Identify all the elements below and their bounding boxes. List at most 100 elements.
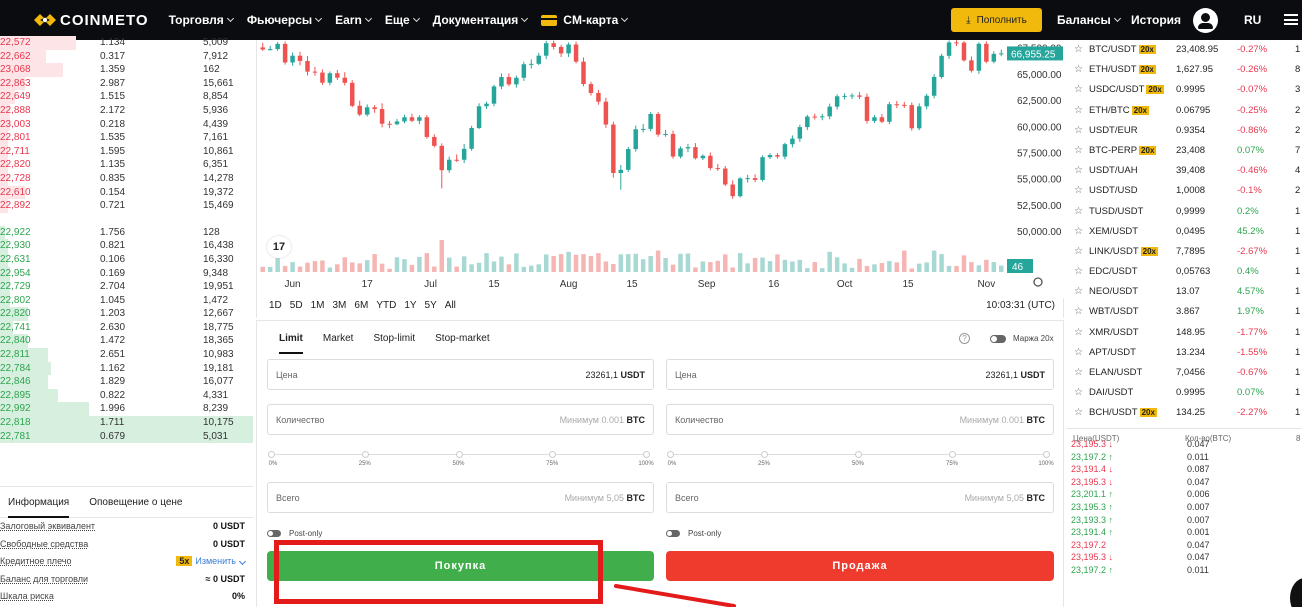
market-row[interactable]: ☆ USDC/USDT 20x 0.9995 -0.07% 3: [1066, 80, 1302, 100]
market-row[interactable]: ☆ ELAN/USDT 7,0456 -0.67% 1: [1066, 363, 1302, 383]
market-row[interactable]: ☆ XMR/USDT 148.95 -1.77% 1: [1066, 323, 1302, 343]
bid-row[interactable]: 22,895 0.822 4,331: [0, 388, 253, 403]
star-icon[interactable]: ☆: [1074, 60, 1083, 80]
slider-step[interactable]: [1043, 451, 1050, 458]
user-avatar-icon[interactable]: [1193, 8, 1218, 33]
range-1y[interactable]: 1Y: [404, 300, 416, 311]
market-row[interactable]: ☆ EDC/USDT 0,05763 0.4% 1: [1066, 262, 1302, 282]
history-link[interactable]: История: [1131, 0, 1181, 40]
slider-step[interactable]: [268, 451, 275, 458]
market-row[interactable]: ☆ DAI/USDT 0.9995 0.07% 1: [1066, 383, 1302, 403]
market-row[interactable]: ☆ USDT/USD 1,0008 -0.1% 2: [1066, 181, 1302, 201]
range-ytd[interactable]: YTD: [376, 300, 396, 311]
star-icon[interactable]: ☆: [1074, 121, 1083, 141]
slider-step[interactable]: [549, 451, 557, 458]
change-leverage-link[interactable]: Изменить: [195, 556, 236, 566]
bid-row[interactable]: 22,729 2.704 19,951: [0, 280, 253, 294]
sell-price-field[interactable]: Цена 23261,1 USDT: [666, 359, 1054, 390]
bid-row[interactable]: 22,631 0.106 16,330: [0, 252, 253, 267]
tab-price-alert[interactable]: Оповещение о цене: [89, 487, 182, 518]
star-icon[interactable]: ☆: [1074, 282, 1083, 302]
bid-row[interactable]: 22,840 1.472 18,365: [0, 334, 253, 349]
balances-menu[interactable]: Балансы: [1057, 0, 1121, 40]
buy-post-only-toggle[interactable]: [267, 530, 281, 537]
market-row[interactable]: ☆ BTC-PERP 20x 23,408 0.07% 7: [1066, 141, 1302, 161]
slider-step[interactable]: [361, 451, 369, 458]
range-all[interactable]: All: [445, 300, 456, 311]
slider-step[interactable]: [761, 451, 768, 458]
buy-price-field[interactable]: Цена 23261,1 USDT: [267, 359, 654, 390]
market-row[interactable]: ☆ BTC/USDT 20x 23,408.95 -0.27% 1: [1066, 40, 1302, 60]
nav-trade[interactable]: Торговля: [169, 13, 234, 27]
ask-row[interactable]: 22,711 1.595 10,861: [0, 144, 253, 159]
slider-step[interactable]: [643, 451, 650, 458]
star-icon[interactable]: ☆: [1074, 302, 1083, 322]
tab-information[interactable]: Информация: [8, 487, 70, 518]
ask-row[interactable]: 23,003 0.218 4,439: [0, 117, 253, 132]
ask-row[interactable]: 22,820 1.135 6,351: [0, 158, 253, 172]
bid-row[interactable]: 22,784 1.162 19,181: [0, 361, 253, 376]
star-icon[interactable]: ☆: [1074, 242, 1083, 262]
tab-stop-market[interactable]: Stop-market: [435, 333, 489, 354]
brand-logo[interactable]: COINMETO: [34, 12, 149, 29]
bid-row[interactable]: 22,954 0.169 9,348: [0, 266, 253, 281]
bid-row[interactable]: 22,846 1.829 16,077: [0, 375, 253, 389]
star-icon[interactable]: ☆: [1074, 202, 1083, 222]
sell-post-only-toggle[interactable]: [666, 530, 680, 537]
tab-market[interactable]: Market: [323, 333, 354, 354]
ask-row[interactable]: 22,662 0.317 7,912: [0, 49, 253, 64]
market-row[interactable]: ☆ ETH/BTC 20x 0.06795 -0.25% 2: [1066, 101, 1302, 121]
buy-quantity-field[interactable]: Количество Минимум 0.001 BTC: [267, 404, 654, 435]
price-chart[interactable]: 67,500.0065,000.0062,500.0060,000.0057,5…: [256, 40, 1065, 318]
ask-row[interactable]: 22,892 0.721 15,469: [0, 199, 253, 213]
candlestick-chart[interactable]: 67,500.0065,000.0062,500.0060,000.0057,5…: [257, 40, 1065, 298]
market-row[interactable]: ☆ APT/USDT 13.234 -1.55% 1: [1066, 343, 1302, 363]
market-row[interactable]: ☆ USDT/UAH 39,408 -0.46% 4: [1066, 161, 1302, 181]
bid-row[interactable]: 22,820 1.203 12,667: [0, 307, 253, 321]
sell-amount-slider[interactable]: 0% 25% 50% 75% 100%: [666, 451, 1054, 471]
hamburger-menu-icon[interactable]: [1284, 14, 1298, 25]
tab-limit[interactable]: Limit: [279, 333, 303, 354]
star-icon[interactable]: ☆: [1074, 80, 1083, 100]
ask-row[interactable]: 22,863 2.987 15,661: [0, 76, 253, 91]
bid-row[interactable]: 22,802 1.045 1,472: [0, 293, 253, 308]
slider-step[interactable]: [855, 451, 862, 458]
market-row[interactable]: ☆ NEO/USDT 13.07 4.57% 1: [1066, 282, 1302, 302]
bid-row[interactable]: 22,922 1.756 128: [0, 225, 253, 240]
range-1m[interactable]: 1M: [311, 300, 325, 311]
language-selector[interactable]: RU: [1244, 0, 1261, 40]
range-5y[interactable]: 5Y: [425, 300, 437, 311]
help-icon[interactable]: ?: [959, 333, 970, 344]
star-icon[interactable]: ☆: [1074, 141, 1083, 161]
star-icon[interactable]: ☆: [1074, 222, 1083, 242]
bid-row[interactable]: 22,781 0.679 5,031: [0, 429, 253, 444]
nav-earn[interactable]: Earn: [335, 13, 372, 27]
nav-cm-card[interactable]: CM-карта: [541, 13, 629, 27]
star-icon[interactable]: ☆: [1074, 323, 1083, 343]
market-row[interactable]: ☆ XEM/USDT 0,0495 45.2% 1: [1066, 222, 1302, 242]
ask-row[interactable]: 22,728 0.835 14,278: [0, 171, 253, 186]
market-row[interactable]: ☆ USDT/EUR 0.9354 -0.86% 2: [1066, 121, 1302, 141]
market-row[interactable]: ☆ BCH/USDT 20x 134.25 -2.27% 1: [1066, 403, 1302, 423]
ask-row[interactable]: 22,888 2.172 5,936: [0, 103, 253, 118]
tab-stop-limit[interactable]: Stop-limit: [373, 333, 415, 354]
sell-total-field[interactable]: Всего Минимум 5,05 BTC: [666, 482, 1054, 513]
bid-row[interactable]: 22,992 1.996 8,239: [0, 402, 253, 417]
bid-row[interactable]: 22,930 0.821 16,438: [0, 239, 253, 253]
range-5d[interactable]: 5D: [290, 300, 303, 311]
ask-row[interactable]: 22,610 0.154 19,372: [0, 185, 253, 200]
star-icon[interactable]: ☆: [1074, 262, 1083, 282]
star-icon[interactable]: ☆: [1074, 403, 1083, 423]
star-icon[interactable]: ☆: [1074, 363, 1083, 383]
star-icon[interactable]: ☆: [1074, 383, 1083, 403]
slider-step[interactable]: [949, 451, 956, 458]
market-row[interactable]: ☆ LINK/USDT 20x 7,7895 -2.67% 1: [1066, 242, 1302, 262]
bid-row[interactable]: 22,741 2.630 18,775: [0, 320, 253, 335]
bid-row[interactable]: 22,811 2.651 10,983: [0, 348, 253, 362]
margin-toggle[interactable]: [990, 335, 1006, 343]
ask-row[interactable]: 22,801 1.535 7,161: [0, 131, 253, 145]
star-icon[interactable]: ☆: [1074, 161, 1083, 181]
market-row[interactable]: ☆ ETH/USDT 20x 1,627.95 -0.26% 8: [1066, 60, 1302, 80]
buy-amount-slider[interactable]: 0% 25% 50% 75% 100%: [267, 451, 654, 471]
range-1d[interactable]: 1D: [269, 300, 282, 311]
